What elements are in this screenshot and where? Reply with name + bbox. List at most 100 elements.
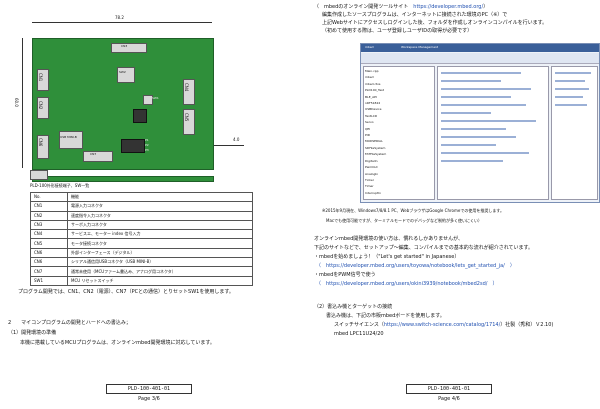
code-line [441, 88, 531, 90]
code-line [441, 120, 536, 122]
usb-label: USB MINI-B [60, 135, 77, 139]
ide-right-panel [551, 66, 598, 200]
code-line [441, 80, 501, 82]
dimension-side-label: 60.0 [14, 98, 19, 107]
vendor-link[interactable]: https://www.switch-science.com/catalog/1… [384, 322, 500, 328]
connector-cn3 [111, 43, 147, 53]
mbed-site-line: （ mbedのオンライン開発ツールサイト https://developer.m… [314, 4, 488, 10]
document-page-left: 78.2 60.0 4.0 CN1 CN2 CN3 CN4 CN5 CN6 CN… [0, 0, 300, 409]
table-caption: PLD-100外形接続端子、SW一覧 [30, 183, 90, 188]
code-line [441, 104, 526, 106]
footer-page-number: Page 3/6 [138, 396, 160, 402]
document-page-right: （ mbedのオンライン開発ツールサイト https://developer.m… [300, 0, 600, 409]
table-cell: CN3 [30, 219, 68, 231]
code-line [555, 72, 591, 74]
code-line [441, 152, 529, 154]
cn4-label: CN4 [184, 83, 189, 92]
table-cell: MCU リセットスイッチ [67, 275, 253, 286]
table-cell: CN1 [30, 201, 68, 212]
requirements-note-1: ※2015年9月現在、Windows7/8/8.1 PC、WebブラウザはGoo… [322, 208, 504, 213]
table-cell: SW1 [30, 275, 68, 286]
guide-line-2: ・mbedをPWM信号で使う [314, 272, 376, 278]
cn3-label: CN3 [121, 44, 128, 48]
board-side-view [32, 176, 214, 182]
table-row: CN6 シリアル通信用USBコネクタ（USB MINI-B） [30, 257, 253, 268]
intro-line-2: 編集作成したソースプログラムは、インターネットに接続された環境のPC（※）で [322, 12, 508, 18]
guide-link-1[interactable]: （ https://developer.mbed.org/users/toyow… [316, 263, 515, 269]
code-line [441, 144, 496, 146]
dimension-line-top [32, 22, 212, 23]
file-item[interactable]: InterruptIn [365, 190, 431, 196]
dimension-top-label: 78.2 [115, 15, 124, 20]
table-cell: CN4 [30, 229, 68, 240]
cn6-label: CN6 [38, 138, 43, 147]
usage-line-2: 下記のサイトなどで、セットアップ～編集、コンパイルまでの基本的な流れが紹介されて… [314, 245, 534, 251]
ide-main-panel [437, 66, 549, 200]
cn5-label: CN5 [184, 113, 189, 122]
table-cell: モータ接続コネクタ [67, 238, 253, 249]
dimension-small-label: 4.0 [233, 137, 240, 142]
mbed-site-end: ） [483, 4, 489, 10]
requirements-note-2: Macでも使用可能ですが、ターミナルモードでのデバッグなど制約が多く使いにくい） [322, 218, 482, 223]
sub-body: 本機に搭載しているMCUプログラムは、オンラインmbed開発環境に対応しています… [20, 340, 215, 346]
usb-connector [59, 131, 83, 149]
table-row: CN5 モータ接続コネクタ [30, 238, 253, 249]
connector-table: No. 機能 CN1 電源入力コネクタ CN2 速度指令入力コネクタ CN3 サーボ入… [30, 191, 253, 286]
connector-cn7 [83, 151, 113, 162]
table-cell: CN2 [30, 210, 68, 221]
program-note: プログラム開発では、CN1、CN2（電源）、CN7（PCとの通信）とりセットSW… [18, 289, 234, 295]
code-line [555, 80, 585, 82]
table-row: SW1 MCU リセットスイッチ [30, 275, 253, 286]
table-cell: シリアル通信用USBコネクタ（USB MINI-B） [67, 257, 253, 268]
table-header-function: 機能 [67, 191, 253, 203]
vendor-end: ）社製（秀和）Ｖ2.10) [500, 322, 554, 328]
code-line [441, 160, 503, 162]
pcb-board-drawing: CN1 CN2 CN3 CN4 CN5 CN6 CN7 USB MINI-B S… [32, 38, 214, 170]
footer-doc-code: PLD-100-401-01 [406, 384, 492, 394]
table-row: CN6 外部インターフェース（デジタル） [30, 247, 253, 259]
table-row: CN4 サービスエ、モーター index 信号入力 [30, 229, 253, 240]
side-view-connector [30, 170, 48, 180]
cn2-label: CN2 [38, 101, 43, 110]
usage-line-1: オンラインmbed開発環境の使い方は、慣れるしかありませんが、 [314, 236, 464, 242]
dimension-line-side [22, 38, 23, 168]
code-line [441, 112, 491, 114]
table-row: CN2 速度指令入力コネクタ [30, 210, 253, 221]
code-line [555, 88, 589, 90]
browser-title: mbed [365, 45, 374, 49]
table-header-row: No. 機能 [30, 191, 253, 203]
page-footer: PLD-100-401-01 Page 3/6 [106, 384, 192, 402]
table-cell: CN6 [30, 247, 68, 259]
p3-label: P3 [145, 148, 149, 152]
table-cell: CN6 [30, 257, 68, 268]
mbed-site-text: （ mbedのオンライン開発ツールサイト [314, 4, 414, 10]
table-cell: 通常未使用（MCUファーム書込み、アナログ用コネクタ） [67, 266, 253, 277]
table-row: CN7 通常未使用（MCUファーム書込み、アナログ用コネクタ） [30, 266, 253, 277]
table-cell: 外部インターフェース（デジタル） [67, 247, 253, 259]
mbed-ide-screenshot: mbed Workspace Management Main.cpp mbed … [360, 43, 600, 203]
sub-heading: （1）開発環境の準備 [8, 330, 57, 336]
guide-link-2[interactable]: （ https://developer.mbed.org/users/okini… [316, 281, 497, 287]
board-model: mbed LPC11U24/20 [334, 331, 384, 337]
code-line [441, 128, 506, 130]
writer-body: 書込み機は、下記の市販mbedボードを使用します。 [326, 313, 445, 319]
code-line [441, 96, 511, 98]
code-line [441, 136, 516, 138]
dimension-line-small [214, 145, 244, 146]
footer-page-number: Page 4/6 [438, 396, 460, 402]
table-cell: CN5 [30, 238, 68, 249]
table-row: CN3 サーボ入力コネクタ [30, 219, 253, 231]
browser-titlebar [361, 44, 599, 52]
mbed-site-link[interactable]: https://developer.mbed.org/ [413, 4, 483, 10]
section-heading: 2 マイコンプログラムの開発とハードへの書込み； [8, 320, 131, 326]
sw1-label: SW1 [152, 96, 159, 100]
cn1-label: CN1 [38, 73, 43, 82]
table-row: CN1 電源入力コネクタ [30, 201, 253, 212]
table-cell: サービスエ、モーター index 信号入力 [67, 229, 253, 240]
code-line [555, 104, 587, 106]
cn7-label: CN7 [90, 152, 97, 156]
ide-toolbar [361, 53, 599, 64]
ide-file-list: Main.cpp mbed mbed-rtos PLD100_Test BLE_… [365, 68, 431, 196]
footer-doc-code: PLD-100-401-01 [106, 384, 192, 394]
vendor-line: スイッチサイエンス（https://www.switch-science.com… [334, 322, 553, 328]
